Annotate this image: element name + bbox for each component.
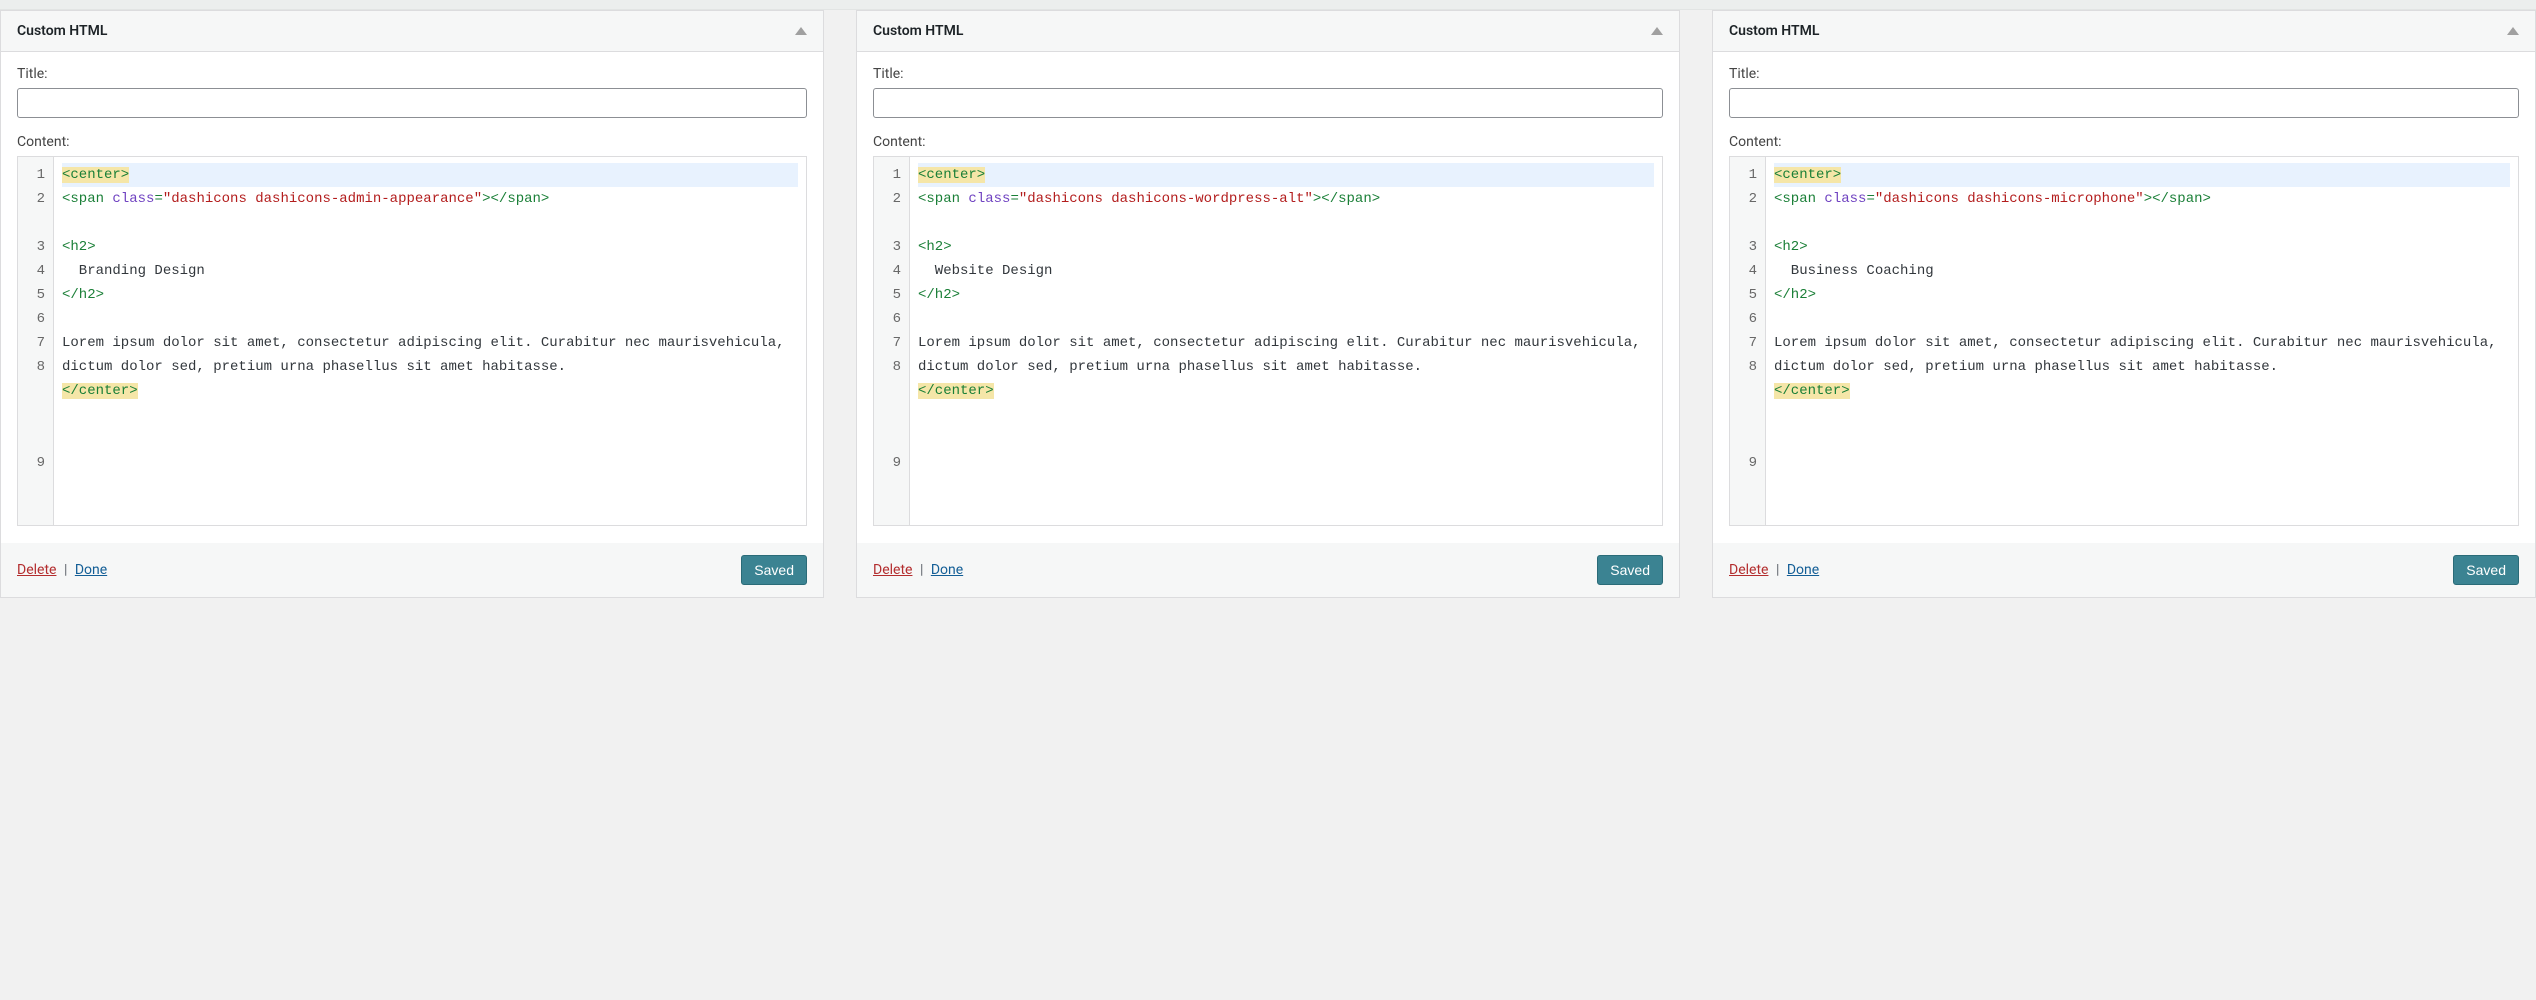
widget-header[interactable]: Custom HTML [1713, 11, 2535, 52]
title-input[interactable] [1729, 88, 2519, 118]
separator: | [920, 562, 923, 578]
widget-body: Title: Content: 123456789 <center><span … [1, 52, 823, 542]
done-link[interactable]: Done [931, 562, 963, 578]
widget-footer: Delete | Done Saved [1, 542, 823, 597]
widget-body: Title: Content: 123456789 <center><span … [1713, 52, 2535, 542]
toolbar-strip [0, 0, 2536, 10]
widget-title: Custom HTML [1729, 23, 1819, 39]
content-label: Content: [1729, 134, 2519, 150]
widgets-row: Custom HTML Title: Content: 123456789 <c… [0, 10, 2536, 598]
footer-links: Delete | Done [1729, 562, 1819, 578]
title-input[interactable] [17, 88, 807, 118]
widget-title: Custom HTML [17, 23, 107, 39]
widget-custom-html-1: Custom HTML Title: Content: 123456789 <c… [0, 10, 824, 598]
content-label: Content: [873, 134, 1663, 150]
title-label: Title: [873, 66, 1663, 82]
saved-button[interactable]: Saved [1597, 555, 1663, 585]
collapse-toggle-icon[interactable] [1651, 27, 1663, 35]
widget-body: Title: Content: 123456789 <center><span … [857, 52, 1679, 542]
separator: | [1776, 562, 1779, 578]
footer-links: Delete | Done [873, 562, 963, 578]
line-number-gutter: 123456789 [874, 157, 910, 525]
widget-header[interactable]: Custom HTML [857, 11, 1679, 52]
delete-link[interactable]: Delete [873, 562, 912, 578]
code-editor[interactable]: 123456789 <center><span class="dashicons… [873, 156, 1663, 526]
code-editor[interactable]: 123456789 <center><span class="dashicons… [17, 156, 807, 526]
saved-button[interactable]: Saved [741, 555, 807, 585]
saved-button[interactable]: Saved [2453, 555, 2519, 585]
code-content[interactable]: <center><span class="dashicons dashicons… [54, 157, 806, 525]
footer-links: Delete | Done [17, 562, 107, 578]
widget-title: Custom HTML [873, 23, 963, 39]
widget-footer: Delete | Done Saved [1713, 542, 2535, 597]
separator: | [64, 562, 67, 578]
delete-link[interactable]: Delete [17, 562, 56, 578]
widget-footer: Delete | Done Saved [857, 542, 1679, 597]
collapse-toggle-icon[interactable] [2507, 27, 2519, 35]
done-link[interactable]: Done [1787, 562, 1819, 578]
widget-custom-html-3: Custom HTML Title: Content: 123456789 <c… [1712, 10, 2536, 598]
code-content[interactable]: <center><span class="dashicons dashicons… [1766, 157, 2518, 525]
title-label: Title: [17, 66, 807, 82]
line-number-gutter: 123456789 [1730, 157, 1766, 525]
code-editor[interactable]: 123456789 <center><span class="dashicons… [1729, 156, 2519, 526]
widget-header[interactable]: Custom HTML [1, 11, 823, 52]
widget-custom-html-2: Custom HTML Title: Content: 123456789 <c… [856, 10, 1680, 598]
delete-link[interactable]: Delete [1729, 562, 1768, 578]
title-label: Title: [1729, 66, 2519, 82]
code-content[interactable]: <center><span class="dashicons dashicons… [910, 157, 1662, 525]
collapse-toggle-icon[interactable] [795, 27, 807, 35]
done-link[interactable]: Done [75, 562, 107, 578]
content-label: Content: [17, 134, 807, 150]
line-number-gutter: 123456789 [18, 157, 54, 525]
title-input[interactable] [873, 88, 1663, 118]
